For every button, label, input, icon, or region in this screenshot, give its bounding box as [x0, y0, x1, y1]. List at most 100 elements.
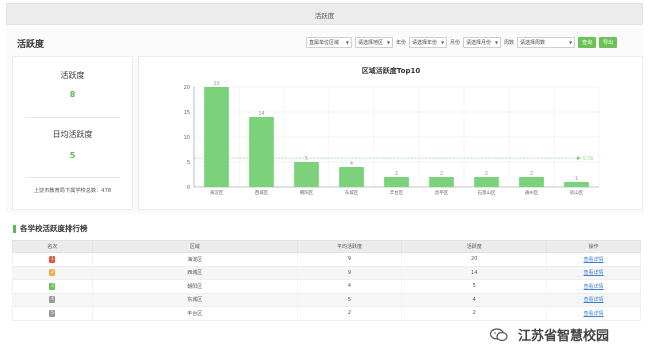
stats-card: 活跃度 8 日均活跃度 5 上饶市教育局下属学校总数：478: [12, 56, 133, 210]
data-label: 1: [575, 176, 578, 182]
table-row: 2 西城区 9 14 查看详情: [12, 266, 641, 280]
bar-chart: 区域活跃度Top10 0 5 10 15 20 20 海淀区 14 西城区 5 朝阳区 4 东城区 2 丰台…: [184, 66, 600, 196]
month-label: 月份: [450, 39, 461, 46]
district-select[interactable]: 直属单位区域 ▼: [306, 36, 352, 48]
stats-divider: [25, 117, 120, 118]
wechat-icon: [490, 327, 508, 341]
chevron-down-icon: ▼: [568, 39, 573, 45]
year-select[interactable]: 请选择年份 ▼: [409, 36, 448, 48]
bar: [519, 177, 544, 187]
region-select[interactable]: 请选择地区 ▼: [355, 36, 393, 48]
chevron-down-icon: ▼: [386, 39, 390, 45]
col-activity: 活跃度: [401, 240, 548, 253]
action-cell: 查看详情: [546, 306, 641, 321]
avg-activity-cell: 2: [296, 306, 403, 321]
bar: [384, 177, 409, 187]
watermark-text: 江苏省智慧校园: [518, 329, 610, 344]
action-cell: 查看详情: [546, 279, 641, 294]
month-select[interactable]: 请选择月份 ▼: [463, 36, 502, 48]
y-tick-label: 20: [184, 85, 190, 91]
view-details-link[interactable]: 查看详情: [584, 284, 604, 290]
avg-activity-cell: 4: [296, 279, 403, 294]
tab-activity[interactable]: 活跃度: [7, 10, 642, 20]
rank-cell: 3: [12, 279, 93, 294]
ranking-header-row: 名次 区域 平均活跃度 活跃度 操作: [12, 240, 641, 253]
filter-bar: 直属单位区域 ▼ 请选择地区 ▼ 年份 请选择年份 ▼ 月份 请选择月份 ▼ 周…: [306, 36, 618, 48]
daily-activity-value: 5: [69, 151, 76, 160]
bar: [564, 182, 589, 187]
table-row: 4 东城区 5 4 查看详情: [12, 293, 641, 307]
action-cell: 查看详情: [546, 293, 641, 307]
table-row: 1 海淀区 9 20 查看详情: [12, 252, 641, 267]
week-label: 周数: [504, 39, 515, 46]
avg-activity-cell: 9: [296, 252, 403, 267]
data-label: 4: [350, 161, 353, 167]
ranking-title-text: 各学校活跃度排行榜: [20, 224, 88, 233]
school-count-footer: 上饶市教育局下属学校总数：478: [33, 188, 112, 194]
region-cell: 朝阳区: [91, 279, 298, 294]
week-select[interactable]: 请选择周数 ▼: [517, 36, 576, 48]
action-cell: 查看详情: [546, 266, 641, 280]
data-label: 2: [485, 171, 488, 177]
tab-bar: 活跃度: [6, 3, 643, 25]
x-tick-label: 石景山区: [478, 189, 496, 196]
rank-badge: 2: [49, 269, 56, 277]
rank-badge: 3: [49, 282, 56, 290]
data-label: 14: [258, 111, 264, 117]
ranking-title: 各学校活跃度排行榜: [13, 223, 88, 234]
data-label: 20: [213, 81, 219, 87]
year-select-value: 请选择年份: [412, 39, 438, 46]
chevron-down-icon: ▼: [345, 39, 349, 45]
rank-badge: 4: [49, 296, 56, 304]
daily-activity-label: 日均活跃度: [52, 130, 93, 139]
y-tick-label: 10: [184, 135, 190, 141]
bar: [294, 162, 319, 187]
week-select-value: 请选择周数: [520, 39, 546, 46]
chart-card: 区域活跃度Top10 0 5 10 15 20 20 海淀区 14 西城区 5 朝阳区 4 东城区 2 丰台…: [138, 56, 643, 210]
x-tick-label: 昌平区: [435, 190, 449, 196]
bar: [474, 177, 499, 187]
data-label: 2: [440, 171, 443, 177]
bar: [339, 167, 364, 187]
average-line-label: 5.78: [583, 156, 593, 162]
col-region: 区域: [91, 240, 298, 253]
region-cell: 丰台区: [91, 306, 298, 321]
view-details-link[interactable]: 查看详情: [584, 270, 604, 276]
x-tick-label: 西城区: [255, 189, 269, 196]
action-cell: 查看详情: [546, 252, 641, 267]
y-tick-label: 15: [184, 110, 190, 116]
region-cell: 海淀区: [91, 252, 298, 267]
x-tick-label: 通州区: [525, 189, 539, 196]
rank-cell: 5: [12, 306, 93, 321]
x-tick-label: 东城区: [345, 189, 359, 196]
activity-cell: 4: [401, 293, 548, 307]
average-arrow-icon: [577, 156, 581, 161]
x-tick-label: 海淀区: [210, 189, 224, 196]
view-details-link[interactable]: 查看详情: [584, 257, 604, 263]
activity-cell: 20: [401, 252, 548, 267]
x-tick-label: 朝阳区: [300, 189, 314, 196]
table-row: 3 朝阳区 4 5 查看详情: [12, 279, 641, 294]
activity-cell: 5: [401, 279, 548, 294]
month-select-value: 请选择月份: [466, 39, 492, 46]
view-details-link[interactable]: 查看详情: [584, 297, 604, 303]
rank-badge: 5: [49, 309, 56, 317]
table-row: 5 丰台区 2 2 查看详情: [12, 306, 641, 321]
region-select-value: 请选择地区: [358, 39, 384, 46]
x-tick-label: 房山区: [570, 189, 584, 196]
region-cell: 东城区: [91, 293, 298, 307]
bar: [429, 177, 454, 187]
avg-activity-cell: 5: [296, 293, 403, 307]
avg-activity-cell: 9: [296, 266, 403, 280]
activity-value: 8: [69, 90, 76, 99]
ranking-title-accent: [13, 224, 16, 233]
col-rank: 名次: [12, 240, 93, 253]
query-button[interactable]: 查询: [578, 36, 597, 48]
data-label: 2: [530, 171, 533, 177]
region-cell: 西城区: [91, 266, 298, 280]
view-details-link[interactable]: 查看详情: [584, 311, 604, 317]
rank-cell: 1: [12, 252, 93, 267]
activity-cell: 14: [401, 266, 548, 280]
export-button[interactable]: 导出: [599, 36, 618, 48]
ranking-table: 名次 区域 平均活跃度 活跃度 操作 1 海淀区 9 20 查看详情 2 西城区 9 14 查看详…: [12, 240, 641, 321]
